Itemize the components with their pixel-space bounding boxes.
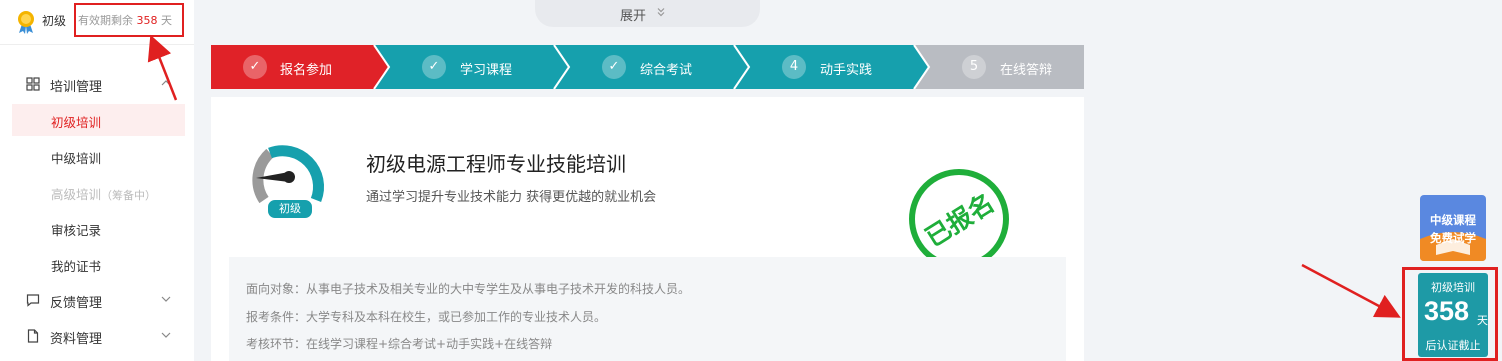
sidebar-item-intermediate-training[interactable]: 中级培训 <box>12 140 185 172</box>
level-badge: 初级 <box>266 198 314 220</box>
countdown-footer: 后认证截止 <box>1425 339 1481 352</box>
promo-line2[interactable]: 免费试学 <box>1422 230 1484 246</box>
level-label: 初级 <box>42 14 67 28</box>
sidebar-item-advanced-training: 高级培训（筹备中） <box>12 176 185 208</box>
medal-icon <box>18 11 34 34</box>
sidebar: 初级 有效期剩余 358 天 培训管理 初级培训 中级培训 高级培训（筹备中） … <box>0 0 194 361</box>
menu-group-feedback[interactable]: 反馈管理 <box>0 282 194 318</box>
menu-group-documents[interactable]: 资料管理 <box>0 318 194 354</box>
info-requirements: 报考条件：大学专科及本科在校生，或已参加工作的专业技术人员。 <box>246 310 607 324</box>
comment-icon <box>26 294 40 307</box>
grid-icon <box>26 77 40 91</box>
registered-stamp: 已报名 <box>909 169 1009 269</box>
promo-line1[interactable]: 中级课程 <box>1422 212 1484 228</box>
step-3-check-icon: ✓ <box>602 55 626 79</box>
course-title: 初级电源工程师专业技能培训 <box>366 152 626 176</box>
step-5-number: 5 <box>962 55 986 79</box>
annotation-arrow-right <box>1301 263 1401 318</box>
step-5-shape <box>914 45 1084 89</box>
sidebar-item-label: 审核记录 <box>51 223 102 238</box>
progress-steps: ✓ 报名参加 ✓ 学习课程 ✓ 综合考试 4 动手实践 5 在线答辩 <box>211 45 1084 89</box>
sidebar-item-label: 高级培训（筹备中） <box>51 184 156 203</box>
chevron-down-icon <box>161 332 171 338</box>
free-trial-promo[interactable] <box>1420 195 1486 261</box>
step-4-label: 动手实践 <box>820 63 873 78</box>
countdown-days: 358 <box>1424 296 1470 326</box>
info-assessment: 考核环节：在线学习课程+综合考试+动手实践+在线答辩 <box>246 337 553 351</box>
countdown-title: 初级培训 <box>1431 281 1475 294</box>
step-1-label: 报名参加 <box>280 63 333 78</box>
step-4-number: 4 <box>782 55 806 79</box>
expiry-unit: 天 <box>161 14 172 27</box>
sidebar-item-label: 初级培训 <box>51 115 102 130</box>
info-target-audience: 面向对象：从事电子技术及相关专业的大中专学生及从事电子技术开发的科技人员。 <box>246 282 691 296</box>
document-icon <box>27 329 39 343</box>
menu-group-label: 反馈管理 <box>50 296 103 311</box>
menu-group-label: 培训管理 <box>50 80 103 95</box>
sidebar-item-label-text: 高级培训 <box>51 187 102 202</box>
chevron-up-icon <box>161 80 171 86</box>
step-2-check-icon: ✓ <box>422 55 446 79</box>
expiry-text: 有效期剩余 358 天 <box>78 12 172 28</box>
expand-toggle[interactable] <box>535 0 760 27</box>
course-subtitle: 通过学习提升专业技术能力 获得更优越的就业机会 <box>366 190 657 205</box>
sidebar-item-review-records[interactable]: 审核记录 <box>12 212 185 244</box>
step-2-label: 学习课程 <box>460 63 513 78</box>
user-level-row: 初级 有效期剩余 358 天 <box>0 0 194 44</box>
sidebar-item-note: （筹备中） <box>101 189 157 202</box>
chevron-down-icon <box>161 296 171 302</box>
sidebar-item-label: 中级培训 <box>51 151 102 166</box>
sidebar-item-label: 我的证书 <box>51 259 102 274</box>
expiry-prefix: 有效期剩余 <box>78 14 133 27</box>
expand-label[interactable]: 展开 <box>620 5 646 24</box>
menu-group-label: 资料管理 <box>50 332 103 347</box>
countdown-unit: 天 <box>1477 314 1488 327</box>
step-1-check-icon: ✓ <box>243 55 267 79</box>
sidebar-divider <box>0 44 194 45</box>
double-chevron-down-icon[interactable] <box>656 7 666 17</box>
expiry-days: 358 <box>136 14 158 27</box>
step-3-label: 综合考试 <box>640 63 693 78</box>
menu-group-training[interactable]: 培训管理 <box>0 66 194 102</box>
sidebar-item-my-certificates[interactable]: 我的证书 <box>12 248 185 280</box>
step-5-label: 在线答辩 <box>1000 63 1053 78</box>
sidebar-item-junior-training[interactable]: 初级培训 <box>12 104 185 136</box>
